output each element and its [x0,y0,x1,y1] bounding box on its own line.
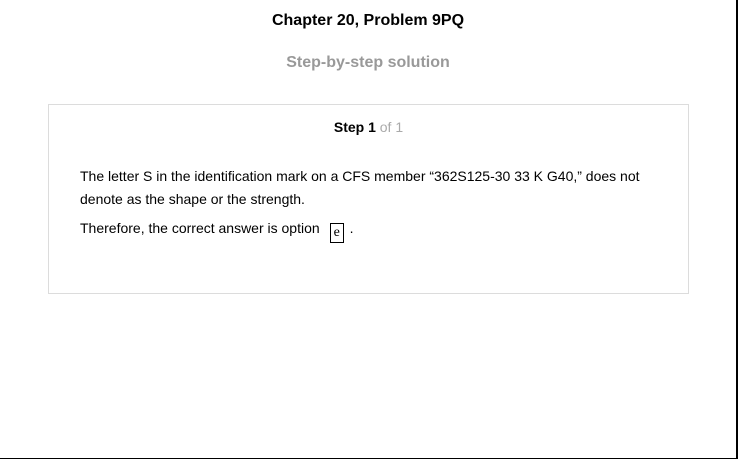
answer-line: Therefore, the correct answer is option … [80,217,670,243]
answer-suffix: . [349,220,354,236]
solution-page: Chapter 20, Problem 9PQ Step-by-step sol… [0,0,738,459]
step-label: Step 1 [333,119,376,135]
step-paragraph: The letter S in the identification mark … [80,168,640,207]
step-header: Step 1 of 1 [49,119,688,135]
page-title: Chapter 20, Problem 9PQ [271,12,465,29]
step-body: The letter S in the identification mark … [80,165,670,243]
step-count: of 1 [379,119,404,135]
page-subtitle: Step-by-step solution [286,54,450,71]
step-card: Step 1 of 1 The letter S in the identifi… [48,104,689,294]
answer-prefix: Therefore, the correct answer is option [80,220,320,236]
answer-option-box: e [329,223,344,243]
